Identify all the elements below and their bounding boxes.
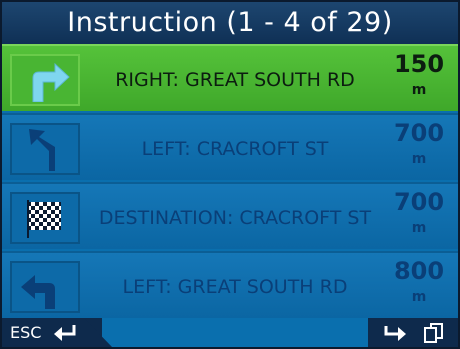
esc-label: ESC	[10, 323, 42, 342]
instruction-list-screen: Instruction (1 - 4 of 29) RIGHT: GREAT S…	[0, 0, 460, 349]
turn-right-icon	[10, 54, 80, 106]
instruction-text: RIGHT: GREAT SOUTH RD	[115, 68, 355, 91]
instruction-row-4[interactable]: LEFT: GREAT SOUTH RD 800 m	[2, 251, 458, 318]
right-controls	[368, 318, 458, 347]
turn-left-icon	[10, 261, 80, 313]
distance-unit: m	[411, 289, 427, 305]
checkered-flag-icon	[10, 192, 80, 244]
instruction-row-1[interactable]: RIGHT: GREAT SOUTH RD 150 m	[2, 44, 458, 111]
instruction-text: LEFT: GREAT SOUTH RD	[122, 275, 348, 298]
distance-value: 700	[393, 119, 445, 147]
footer-bar: ESC	[2, 318, 458, 347]
pages-icon[interactable]	[422, 322, 446, 344]
distance-value: 800	[393, 257, 445, 285]
footer-gap	[102, 318, 372, 347]
distance-value: 700	[393, 188, 445, 216]
page-title: Instruction (1 - 4 of 29)	[2, 2, 458, 44]
instruction-row-2[interactable]: LEFT: CRACROFT ST 700 m	[2, 113, 458, 180]
back-arrow-icon	[54, 325, 76, 341]
esc-button[interactable]: ESC	[2, 318, 112, 347]
next-arrow-icon[interactable]	[384, 324, 408, 342]
distance-unit: m	[411, 82, 427, 98]
distance-unit: m	[411, 151, 427, 167]
distance-unit: m	[411, 220, 427, 236]
instruction-row-3[interactable]: DESTINATION: CRACROFT ST 700 m	[2, 182, 458, 249]
distance-value: 150	[393, 50, 445, 78]
turn-left-icon	[10, 123, 80, 175]
instruction-text: DESTINATION: CRACROFT ST	[98, 206, 372, 229]
instruction-text: LEFT: CRACROFT ST	[141, 137, 329, 160]
